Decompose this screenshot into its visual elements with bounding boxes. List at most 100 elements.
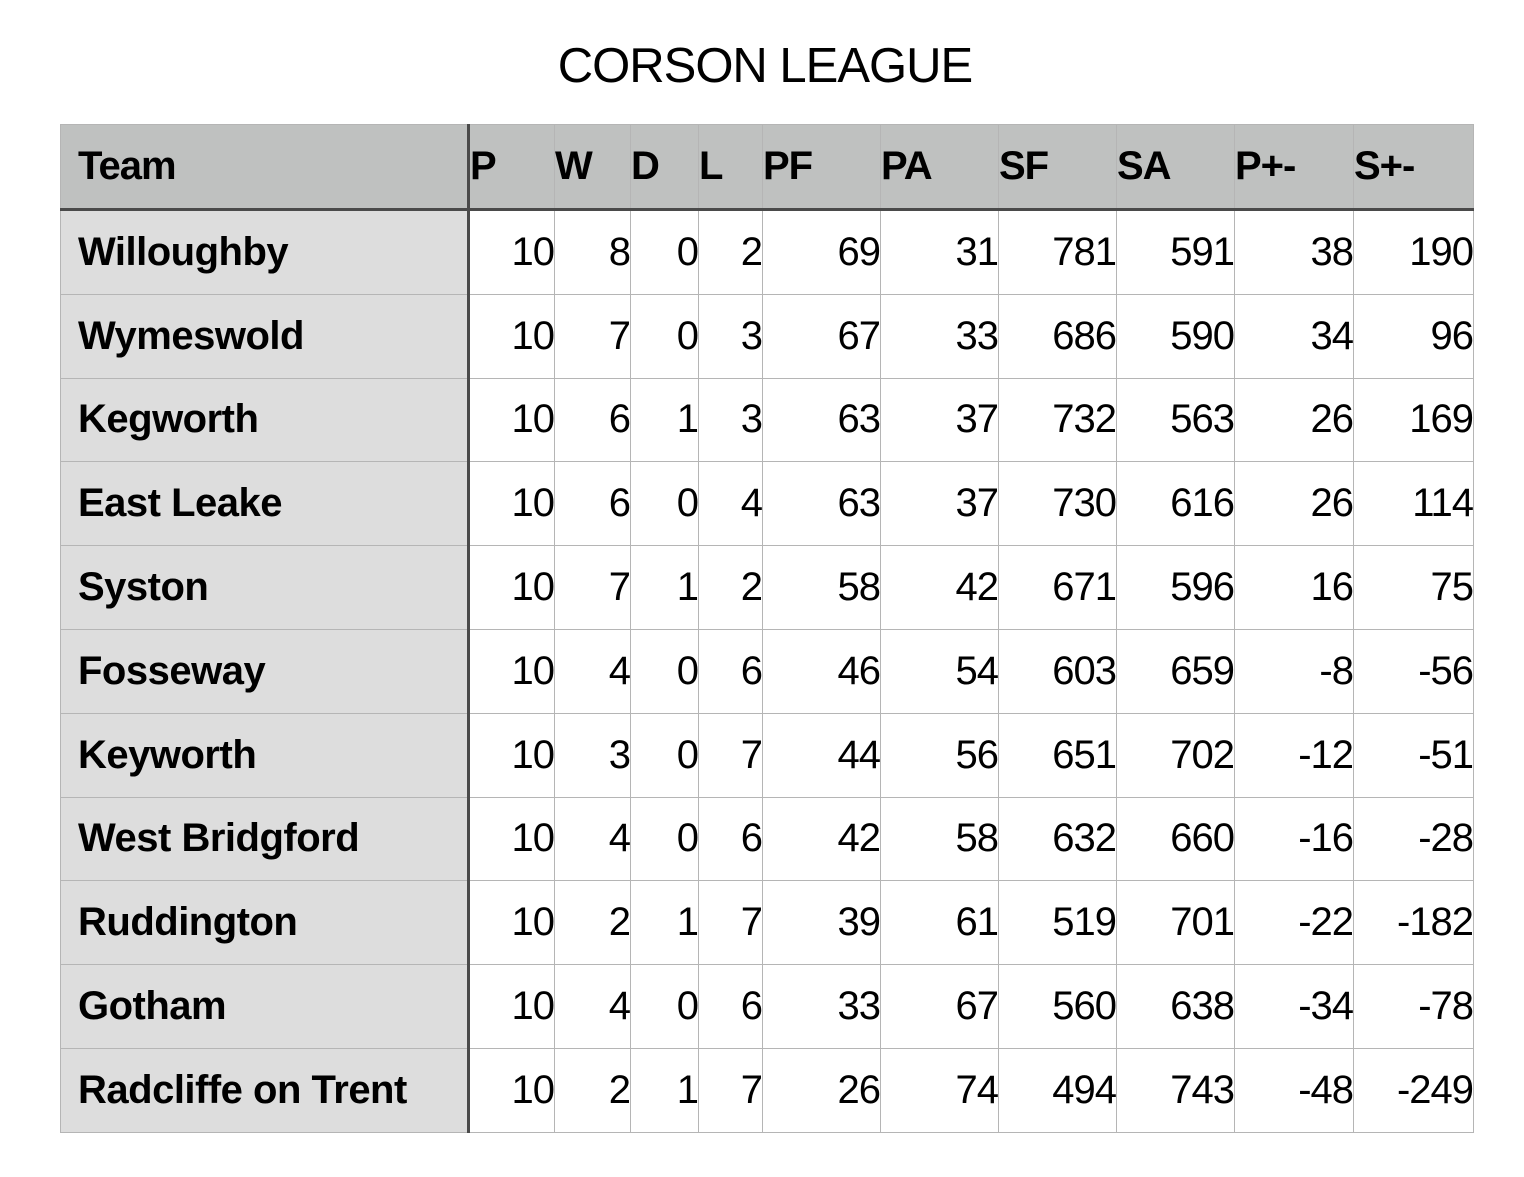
won-cell[interactable]: 6	[554, 461, 631, 547]
shots-against-cell[interactable]: 660	[1116, 796, 1235, 882]
shots-diff-cell[interactable]: 169	[1353, 377, 1474, 463]
drawn-cell[interactable]: 0	[630, 628, 699, 714]
lost-cell[interactable]: 6	[698, 796, 763, 882]
won-cell[interactable]: 2	[554, 1047, 631, 1133]
drawn-cell[interactable]: 0	[630, 461, 699, 547]
points-against-cell[interactable]: 37	[880, 377, 999, 463]
shots-for-cell[interactable]: 730	[998, 461, 1117, 547]
shots-for-cell[interactable]: 494	[998, 1047, 1117, 1133]
played-cell[interactable]: 10	[468, 377, 555, 463]
points-diff-cell[interactable]: -22	[1234, 880, 1354, 966]
header-shots-diff[interactable]: S+-	[1353, 124, 1474, 211]
team-name-cell[interactable]: East Leake	[60, 461, 470, 547]
points-against-cell[interactable]: 56	[880, 712, 999, 798]
team-name-cell[interactable]: Radcliffe on Trent	[60, 1047, 470, 1133]
points-against-cell[interactable]: 58	[880, 796, 999, 882]
drawn-cell[interactable]: 1	[630, 377, 699, 463]
shots-against-cell[interactable]: 596	[1116, 545, 1235, 630]
shots-diff-cell[interactable]: -78	[1353, 964, 1474, 1049]
shots-against-cell[interactable]: 701	[1116, 880, 1235, 966]
played-cell[interactable]: 10	[468, 545, 555, 630]
points-against-cell[interactable]: 37	[880, 461, 999, 547]
shots-against-cell[interactable]: 616	[1116, 461, 1235, 547]
points-diff-cell[interactable]: 34	[1234, 293, 1354, 379]
team-name-cell[interactable]: Gotham	[60, 964, 470, 1049]
lost-cell[interactable]: 6	[698, 628, 763, 714]
shots-against-cell[interactable]: 702	[1116, 712, 1235, 798]
header-lost[interactable]: L	[698, 124, 763, 211]
header-drawn[interactable]: D	[630, 124, 699, 211]
points-against-cell[interactable]: 31	[880, 209, 999, 295]
points-for-cell[interactable]: 46	[762, 628, 881, 714]
points-diff-cell[interactable]: 26	[1234, 377, 1354, 463]
shots-for-cell[interactable]: 632	[998, 796, 1117, 882]
team-name-cell[interactable]: West Bridgford	[60, 796, 470, 882]
points-diff-cell[interactable]: 38	[1234, 209, 1354, 295]
points-diff-cell[interactable]: -12	[1234, 712, 1354, 798]
won-cell[interactable]: 7	[554, 293, 631, 379]
won-cell[interactable]: 8	[554, 209, 631, 295]
shots-for-cell[interactable]: 560	[998, 964, 1117, 1049]
shots-against-cell[interactable]: 563	[1116, 377, 1235, 463]
team-name-cell[interactable]: Kegworth	[60, 377, 470, 463]
header-points-against[interactable]: PA	[880, 124, 999, 211]
lost-cell[interactable]: 3	[698, 377, 763, 463]
points-against-cell[interactable]: 42	[880, 545, 999, 630]
header-won[interactable]: W	[554, 124, 631, 211]
points-for-cell[interactable]: 42	[762, 796, 881, 882]
points-against-cell[interactable]: 67	[880, 964, 999, 1049]
shots-for-cell[interactable]: 686	[998, 293, 1117, 379]
won-cell[interactable]: 7	[554, 545, 631, 630]
lost-cell[interactable]: 7	[698, 880, 763, 966]
played-cell[interactable]: 10	[468, 1047, 555, 1133]
won-cell[interactable]: 4	[554, 628, 631, 714]
team-name-cell[interactable]: Keyworth	[60, 712, 470, 798]
drawn-cell[interactable]: 0	[630, 712, 699, 798]
points-against-cell[interactable]: 61	[880, 880, 999, 966]
shots-diff-cell[interactable]: 190	[1353, 209, 1474, 295]
won-cell[interactable]: 3	[554, 712, 631, 798]
played-cell[interactable]: 10	[468, 628, 555, 714]
shots-diff-cell[interactable]: -182	[1353, 880, 1474, 966]
shots-diff-cell[interactable]: -51	[1353, 712, 1474, 798]
points-against-cell[interactable]: 74	[880, 1047, 999, 1133]
won-cell[interactable]: 6	[554, 377, 631, 463]
drawn-cell[interactable]: 0	[630, 293, 699, 379]
lost-cell[interactable]: 7	[698, 1047, 763, 1133]
shots-against-cell[interactable]: 590	[1116, 293, 1235, 379]
points-for-cell[interactable]: 67	[762, 293, 881, 379]
lost-cell[interactable]: 6	[698, 964, 763, 1049]
lost-cell[interactable]: 2	[698, 545, 763, 630]
played-cell[interactable]: 10	[468, 880, 555, 966]
lost-cell[interactable]: 3	[698, 293, 763, 379]
shots-against-cell[interactable]: 591	[1116, 209, 1235, 295]
points-for-cell[interactable]: 26	[762, 1047, 881, 1133]
points-diff-cell[interactable]: 16	[1234, 545, 1354, 630]
header-points-for[interactable]: PF	[762, 124, 881, 211]
shots-for-cell[interactable]: 651	[998, 712, 1117, 798]
points-for-cell[interactable]: 39	[762, 880, 881, 966]
points-diff-cell[interactable]: -16	[1234, 796, 1354, 882]
shots-for-cell[interactable]: 519	[998, 880, 1117, 966]
played-cell[interactable]: 10	[468, 712, 555, 798]
played-cell[interactable]: 10	[468, 461, 555, 547]
shots-for-cell[interactable]: 732	[998, 377, 1117, 463]
shots-diff-cell[interactable]: -249	[1353, 1047, 1474, 1133]
shots-for-cell[interactable]: 781	[998, 209, 1117, 295]
played-cell[interactable]: 10	[468, 293, 555, 379]
team-name-cell[interactable]: Willoughby	[60, 209, 470, 295]
points-diff-cell[interactable]: 26	[1234, 461, 1354, 547]
team-name-cell[interactable]: Fosseway	[60, 628, 470, 714]
won-cell[interactable]: 4	[554, 964, 631, 1049]
drawn-cell[interactable]: 1	[630, 880, 699, 966]
points-diff-cell[interactable]: -48	[1234, 1047, 1354, 1133]
drawn-cell[interactable]: 0	[630, 209, 699, 295]
shots-diff-cell[interactable]: 75	[1353, 545, 1474, 630]
played-cell[interactable]: 10	[468, 964, 555, 1049]
drawn-cell[interactable]: 1	[630, 1047, 699, 1133]
lost-cell[interactable]: 2	[698, 209, 763, 295]
won-cell[interactable]: 4	[554, 796, 631, 882]
header-shots-for[interactable]: SF	[998, 124, 1117, 211]
shots-against-cell[interactable]: 638	[1116, 964, 1235, 1049]
won-cell[interactable]: 2	[554, 880, 631, 966]
